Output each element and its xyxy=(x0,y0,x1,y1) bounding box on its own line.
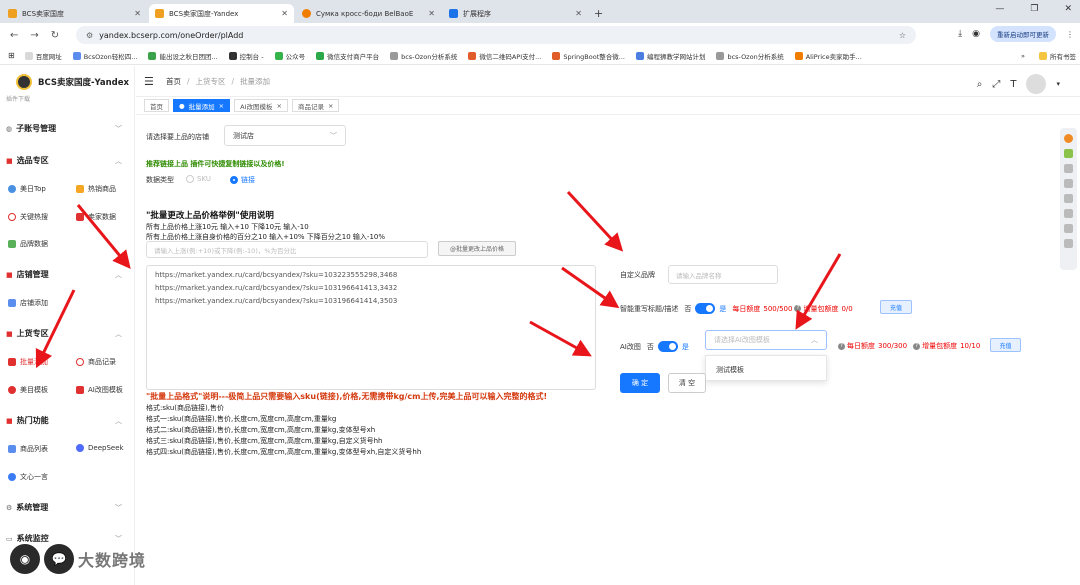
tool-icon[interactable] xyxy=(1064,194,1073,203)
arrow-to-ai xyxy=(529,320,592,357)
watermark-text: 大数跨境 xyxy=(78,551,147,570)
arrow-to-ai-template xyxy=(795,253,842,330)
chat-icon: 💬 xyxy=(44,544,74,574)
plugin-icon[interactable] xyxy=(1064,134,1073,143)
annotation-arrows xyxy=(35,190,842,369)
camera-icon: ◉ xyxy=(10,544,40,574)
arrow-to-batch-add xyxy=(35,289,76,369)
tool-icon[interactable] xyxy=(1064,179,1073,188)
tool-icon[interactable] xyxy=(1064,209,1073,218)
arrow-to-store-menu xyxy=(76,204,131,269)
watermark: ◉ 💬 大数跨境 xyxy=(10,544,146,574)
floating-toolbar xyxy=(1060,128,1077,270)
tool-icon[interactable] xyxy=(1064,164,1073,173)
arrow-to-rewrite xyxy=(561,266,620,309)
tool-icon[interactable] xyxy=(1064,239,1073,248)
tool-icon[interactable] xyxy=(1064,224,1073,233)
tool-icon[interactable] xyxy=(1064,149,1073,158)
arrow-to-brand xyxy=(566,190,624,252)
